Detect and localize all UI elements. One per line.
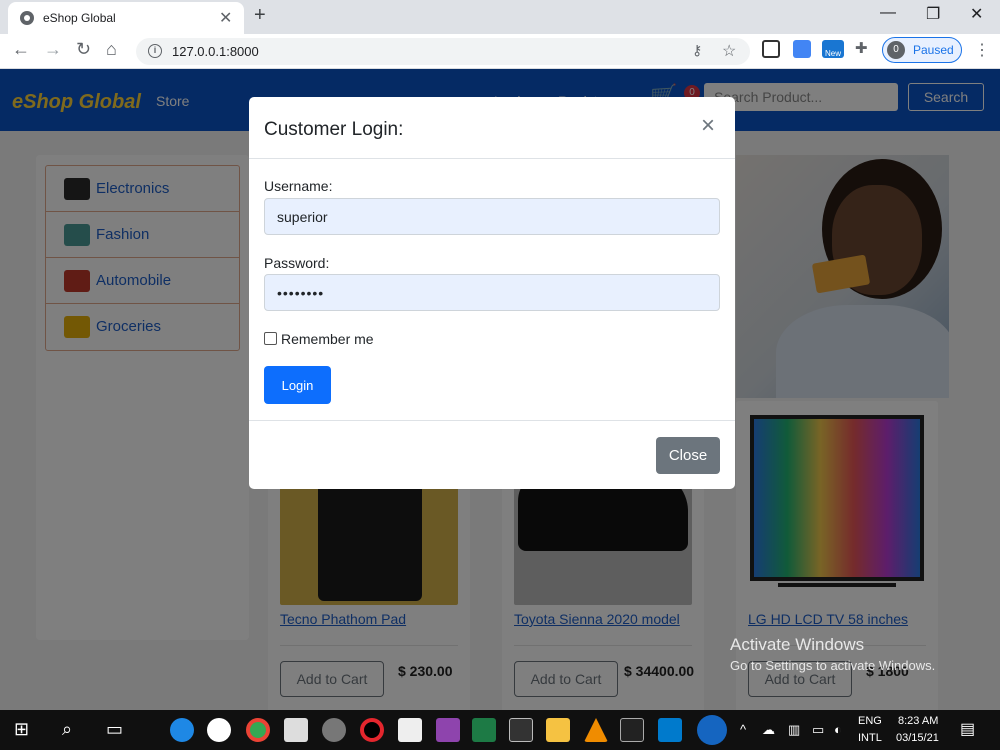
excel-icon[interactable]: [472, 718, 496, 742]
windows-taskbar: ⊞ ⌕ ▭ ^ ☁ ▥ ▭ ◐ ENG INTL 8:23 AM 03/15/2…: [0, 710, 1000, 750]
back-icon[interactable]: ←: [12, 39, 30, 60]
volume-icon[interactable]: ◐: [834, 722, 842, 737]
forward-icon[interactable]: →: [44, 39, 62, 60]
terminal-icon[interactable]: [620, 718, 644, 742]
profile-status: Paused: [913, 43, 954, 57]
modal-footer: Close: [249, 420, 735, 489]
modal-header: Customer Login: ×: [249, 97, 735, 159]
url-text[interactable]: 127.0.0.1:8000: [172, 44, 259, 59]
cloud-icon[interactable]: ☁: [762, 722, 775, 738]
search-icon[interactable]: ⌕: [62, 719, 72, 740]
clock-time[interactable]: 8:23 AM: [898, 715, 938, 727]
winrar-icon[interactable]: [436, 718, 460, 742]
puzzle-icon[interactable]: ✚: [855, 39, 868, 57]
7zip-icon[interactable]: [509, 718, 533, 742]
task-view-icon[interactable]: ▭: [106, 719, 123, 740]
extension-icon[interactable]: [762, 40, 780, 58]
activate-windows-watermark: Activate Windows Go to Settings to activ…: [730, 635, 935, 673]
close-icon[interactable]: ×: [701, 114, 715, 138]
password-label: Password:: [264, 255, 330, 271]
password-field[interactable]: [264, 274, 720, 311]
store-icon[interactable]: [284, 718, 308, 742]
remember-me-checkbox[interactable]: [264, 332, 277, 345]
language-top[interactable]: ENG: [858, 715, 882, 727]
close-button[interactable]: Close: [656, 437, 720, 474]
login-button[interactable]: Login: [264, 366, 331, 404]
watermark-subtitle: Go to Settings to activate Windows.: [730, 658, 936, 673]
battery-icon[interactable]: ▭: [812, 722, 824, 738]
info-icon[interactable]: i: [148, 44, 162, 58]
windows-start-icon[interactable]: ⊞: [14, 719, 29, 740]
camera-icon[interactable]: [322, 718, 346, 742]
vscode-icon[interactable]: [658, 718, 682, 742]
file-explorer-icon[interactable]: [546, 718, 570, 742]
opera-icon[interactable]: [360, 718, 384, 742]
edge-icon[interactable]: [170, 718, 194, 742]
browser-tabstrip: eShop Global ✕ + — ❐ ✕: [0, 0, 1000, 34]
browser-toolbar: ← → ↻ ⌂ i 127.0.0.1:8000 ⚷ ☆: [0, 34, 1000, 69]
username-label: Username:: [264, 178, 333, 194]
globe-icon: [20, 11, 34, 25]
modal-title: Customer Login:: [264, 119, 404, 140]
browser-tab[interactable]: eShop Global ✕: [8, 2, 244, 34]
star-icon[interactable]: ☆: [722, 41, 736, 61]
maximize-icon[interactable]: ❐: [926, 4, 940, 24]
chevron-up-icon[interactable]: ^: [740, 722, 746, 737]
username-field[interactable]: [264, 198, 720, 235]
address-bar[interactable]: i 127.0.0.1:8000 ⚷ ☆: [136, 38, 750, 65]
tab-title: eShop Global: [43, 11, 116, 25]
translate-icon[interactable]: [793, 40, 811, 58]
reload-icon[interactable]: ↻: [76, 39, 91, 60]
clock-date[interactable]: 03/15/21: [896, 732, 939, 744]
mail-icon[interactable]: [398, 718, 422, 742]
vlc-icon[interactable]: [584, 718, 608, 742]
home-icon[interactable]: ⌂: [106, 39, 117, 60]
new-badge-icon[interactable]: New: [822, 40, 844, 58]
tab-close-icon[interactable]: ✕: [219, 8, 232, 28]
key-icon[interactable]: ⚷: [692, 42, 702, 59]
network-icon[interactable]: ▥: [788, 722, 800, 738]
hp-icon[interactable]: [207, 718, 231, 742]
window-close-icon[interactable]: ✕: [970, 4, 983, 24]
minimize-icon[interactable]: —: [880, 4, 896, 22]
login-modal: Customer Login: × Username: Password: Re…: [249, 97, 735, 489]
avatar: 0: [887, 41, 905, 59]
profile-button[interactable]: 0 Paused: [882, 37, 962, 63]
help-icon[interactable]: [697, 715, 727, 745]
notification-icon[interactable]: ▤: [960, 719, 975, 739]
watermark-title: Activate Windows: [730, 635, 865, 654]
chrome-icon[interactable]: [246, 718, 270, 742]
kebab-icon[interactable]: ⋮: [974, 40, 990, 60]
new-tab-button[interactable]: +: [254, 4, 266, 27]
language-bottom[interactable]: INTL: [858, 732, 882, 744]
remember-me-label[interactable]: Remember me: [281, 331, 374, 347]
